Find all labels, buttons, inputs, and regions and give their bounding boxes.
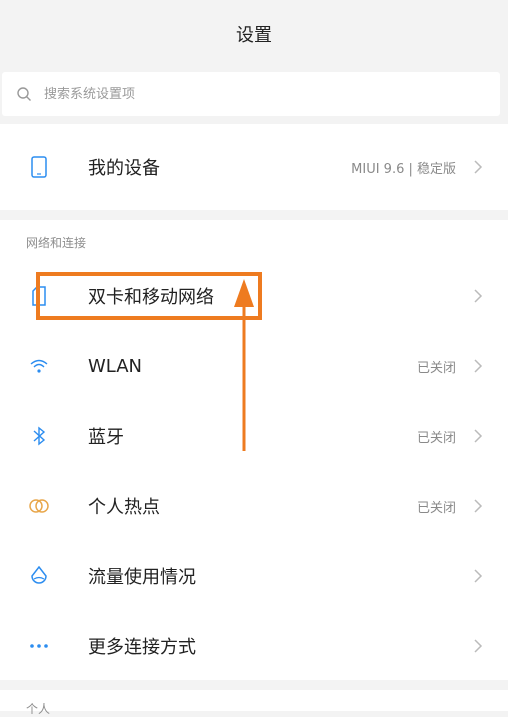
chevron-right-icon [474,429,483,443]
wifi-icon [28,355,50,377]
more-dots-icon [28,635,50,657]
page-title: 设置 [236,25,272,46]
data-usage-label: 流量使用情况 [88,567,196,588]
search-bar[interactable] [2,72,500,116]
miui-version: MIUI 9.6 | 稳定版 [351,161,456,177]
chevron-right-icon [474,569,483,583]
bluetooth-status: 已关闭 [416,430,456,446]
bluetooth-icon [28,425,50,447]
hotspot-status: 已关闭 [416,500,456,516]
chevron-right-icon [474,289,483,303]
my-device-row[interactable]: 我的设备 MIUI 9.6 | 稳定版 [0,124,508,210]
section-title-personal: 个人 [26,702,51,716]
hotspot-row[interactable]: 个人热点 已关闭 [0,472,508,540]
wlan-label: WLAN [88,355,143,377]
data-usage-icon [28,565,50,587]
data-usage-row[interactable]: 流量使用情况 [0,542,508,610]
chevron-right-icon [474,160,483,174]
section-title-network: 网络和连接 [26,236,87,250]
bluetooth-label: 蓝牙 [88,427,124,448]
hotspot-label: 个人热点 [88,497,160,518]
device-section: 我的设备 MIUI 9.6 | 稳定版 [0,124,508,210]
phone-icon [28,156,50,178]
my-device-label: 我的设备 [88,158,160,179]
more-connections-row[interactable]: 更多连接方式 [0,612,508,680]
more-connections-label: 更多连接方式 [88,637,196,658]
chevron-right-icon [474,499,483,513]
hotspot-icon [28,495,50,517]
search-icon [17,87,31,101]
arrow-up-annotation [234,279,254,451]
personal-section: 个人 [0,690,508,716]
page-header: 设置 [0,0,508,68]
search-input[interactable] [42,85,446,103]
wlan-status: 已关闭 [416,360,456,376]
chevron-right-icon [474,359,483,373]
chevron-right-icon [474,639,483,653]
